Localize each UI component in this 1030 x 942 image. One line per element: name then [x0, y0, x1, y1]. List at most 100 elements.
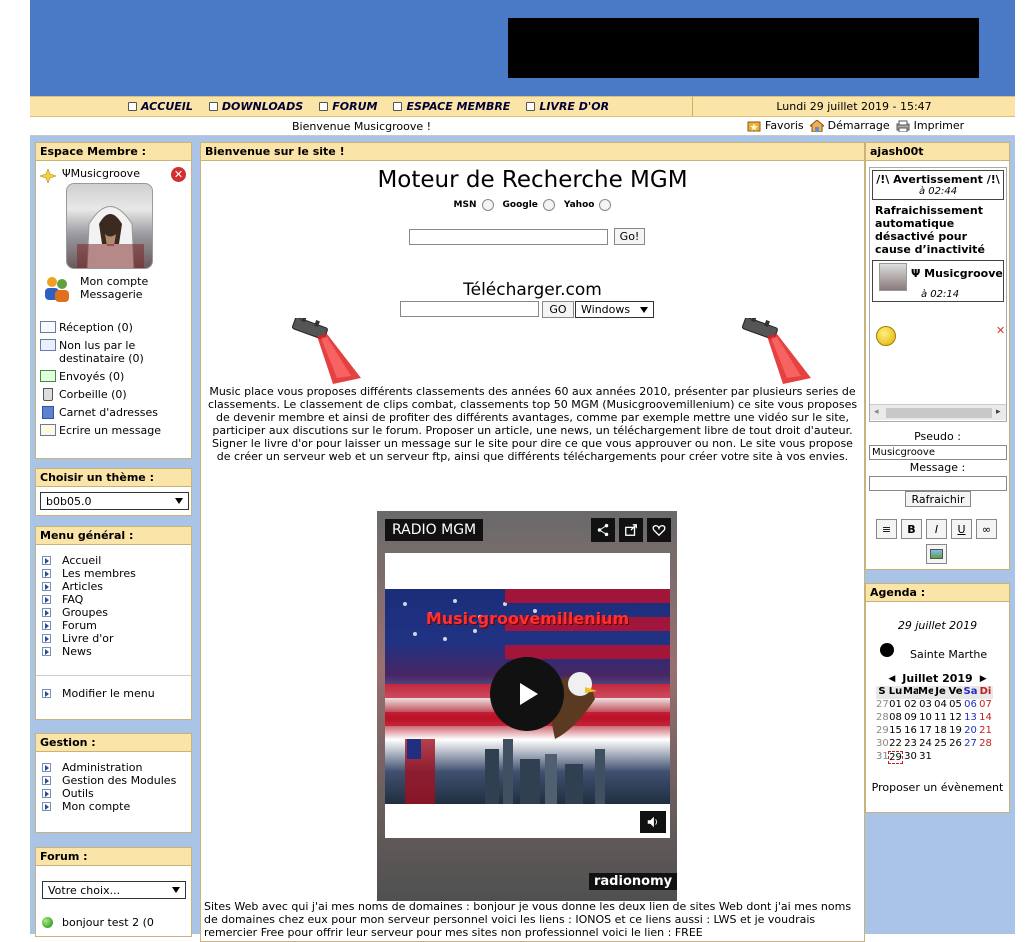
- gestion-item-outils[interactable]: Outils: [42, 787, 191, 800]
- calendar-day[interactable]: 11: [933, 712, 948, 725]
- forum-topic[interactable]: bonjour test 2 (0: [42, 916, 154, 929]
- calendar-day[interactable]: 13: [963, 712, 978, 725]
- menu-item-articles[interactable]: Articles: [42, 580, 191, 593]
- next-month-icon[interactable]: ▶: [980, 674, 987, 684]
- calendar-day[interactable]: 26: [948, 738, 963, 751]
- reception-link[interactable]: Réception (0): [40, 321, 190, 334]
- non-lus-link[interactable]: Non lus par le destinataire (0): [40, 339, 190, 365]
- calendar-day[interactable]: 27: [963, 738, 978, 751]
- gestion-item-modules[interactable]: Gestion des Modules: [42, 774, 191, 787]
- pseudo-input[interactable]: Musicgroove: [869, 445, 1007, 460]
- refresh-button[interactable]: Rafraichir: [905, 491, 971, 507]
- nav-downloads[interactable]: DOWNLOADS: [208, 100, 303, 113]
- calendar-day[interactable]: 07: [978, 699, 993, 712]
- calendar-day[interactable]: 08: [888, 712, 903, 725]
- external-link-icon[interactable]: [619, 518, 643, 542]
- menu-item-news[interactable]: News: [42, 645, 191, 658]
- message-input[interactable]: [869, 476, 1007, 491]
- modify-menu-link[interactable]: Modifier le menu: [42, 687, 155, 700]
- engine-google-radio[interactable]: [542, 199, 555, 211]
- calendar-day[interactable]: 10: [918, 712, 933, 725]
- engine-yahoo-radio[interactable]: [599, 199, 612, 211]
- calendar-day[interactable]: 16: [903, 725, 918, 738]
- calendar-day: [948, 751, 963, 764]
- mon-compte-link[interactable]: Mon compte: [80, 275, 148, 288]
- calendar-day[interactable]: 12: [948, 712, 963, 725]
- calendar-day[interactable]: 05: [948, 699, 963, 712]
- menu-item-faq[interactable]: FAQ: [42, 593, 191, 606]
- format-toolbar: ≡ B I U ∞: [876, 519, 997, 539]
- chat-time: à 02:14: [921, 289, 960, 300]
- calendar-day[interactable]: 03: [918, 699, 933, 712]
- propose-event-link[interactable]: Proposer un évènement: [866, 781, 1009, 794]
- menu-item-groupes[interactable]: Groupes: [42, 606, 191, 619]
- scroll-left-icon[interactable]: ◂: [874, 407, 879, 417]
- calendar-day[interactable]: 02: [903, 699, 918, 712]
- calendar-day[interactable]: 14: [978, 712, 993, 725]
- bold-button[interactable]: B: [901, 519, 922, 539]
- calendar-day[interactable]: 17: [918, 725, 933, 738]
- scroll-right-icon[interactable]: ▸: [996, 407, 1001, 417]
- volume-icon[interactable]: [640, 811, 666, 833]
- telecharger-input[interactable]: [400, 301, 539, 317]
- gestion-item-mon-compte[interactable]: Mon compte: [42, 800, 191, 813]
- calendar-day[interactable]: 04: [933, 699, 948, 712]
- delete-icon[interactable]: ✕: [996, 324, 1005, 337]
- calendar-day[interactable]: 31: [918, 751, 933, 764]
- underline-button[interactable]: U: [951, 519, 972, 539]
- messagerie-link[interactable]: Messagerie: [80, 288, 148, 301]
- chat-scrollbar[interactable]: ◂ ▸: [870, 404, 1006, 420]
- calendar-day[interactable]: 24: [918, 738, 933, 751]
- nav-livre-dor[interactable]: LIVRE D'OR: [526, 100, 609, 113]
- nav-accueil[interactable]: ACCUEIL: [128, 100, 193, 113]
- align-icon[interactable]: ≡: [876, 519, 897, 539]
- telecharger-go-button[interactable]: GO: [542, 301, 574, 318]
- menu-item-livre-dor[interactable]: Livre d'or: [42, 632, 191, 645]
- corbeille-link[interactable]: Corbeille (0): [40, 388, 190, 401]
- imprimer-link[interactable]: Imprimer: [896, 119, 964, 132]
- search-input[interactable]: [409, 229, 608, 245]
- calendar-day[interactable]: 25: [933, 738, 948, 751]
- link-icon[interactable]: ∞: [976, 519, 997, 539]
- play-button[interactable]: [490, 657, 564, 731]
- calendar-day[interactable]: 19: [948, 725, 963, 738]
- forum-select[interactable]: Votre choix...: [42, 881, 186, 899]
- heart-icon[interactable]: [647, 518, 671, 542]
- nav-forum[interactable]: FORUM: [319, 100, 377, 113]
- menu-item-forum[interactable]: Forum: [42, 619, 191, 632]
- theme-select[interactable]: b0b05.0: [40, 492, 189, 510]
- carnet-link[interactable]: Carnet d'adresses: [40, 406, 190, 419]
- os-select[interactable]: Windows: [575, 301, 654, 318]
- calendar-day[interactable]: 15: [888, 725, 903, 738]
- menu-item-accueil[interactable]: Accueil: [42, 554, 191, 567]
- scroll-thumb[interactable]: [886, 408, 992, 418]
- logout-icon[interactable]: ✕: [171, 167, 186, 182]
- calendar-day[interactable]: 21: [978, 725, 993, 738]
- share-icon[interactable]: [591, 518, 615, 542]
- calendar-day[interactable]: 30: [903, 751, 918, 764]
- calendar-day[interactable]: 09: [903, 712, 918, 725]
- ecrire-link[interactable]: Ecrire un message: [40, 424, 190, 437]
- envoyes-link[interactable]: Envoyés (0): [40, 370, 190, 383]
- calendar-day[interactable]: 23: [903, 738, 918, 751]
- image-icon[interactable]: [926, 544, 947, 564]
- calendar-day[interactable]: 01: [888, 699, 903, 712]
- avatar[interactable]: [66, 183, 153, 269]
- calendar-day[interactable]: 06: [963, 699, 978, 712]
- nav-espace-membre[interactable]: ESPACE MEMBRE: [393, 100, 510, 113]
- favoris-link[interactable]: Favoris: [747, 119, 804, 132]
- demarrage-link[interactable]: Démarrage: [809, 119, 890, 132]
- calendar-day[interactable]: 20: [963, 725, 978, 738]
- calendar-day[interactable]: 29: [888, 751, 903, 764]
- calendar-day[interactable]: 18: [933, 725, 948, 738]
- menu-item-membres[interactable]: Les membres: [42, 567, 191, 580]
- calendar-day[interactable]: 28: [978, 738, 993, 751]
- prev-month-icon[interactable]: ◀: [888, 674, 895, 684]
- engine-msn-radio[interactable]: [481, 199, 494, 211]
- chat-message-warning: /!\ Avertissement /!\ à 02:44: [872, 170, 1004, 200]
- engine-options: MSN Google Yahoo: [201, 199, 864, 211]
- italic-button[interactable]: I: [926, 519, 947, 539]
- gestion-item-administration[interactable]: Administration: [42, 761, 191, 774]
- calendar-day[interactable]: 22: [888, 738, 903, 751]
- search-go-button[interactable]: Go!: [614, 228, 645, 245]
